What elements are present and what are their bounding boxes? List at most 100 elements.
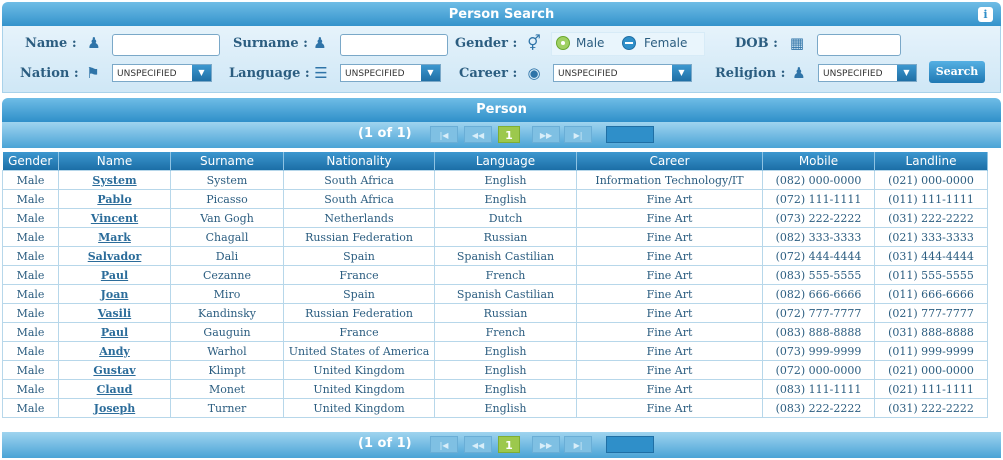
cell-gender: Male [2, 189, 59, 209]
current-page-button[interactable]: 1 [498, 126, 520, 143]
cell-name[interactable]: Joan [58, 284, 171, 304]
cell-gender: Male [2, 246, 59, 266]
cell-mobile: (083) 888-8888 [762, 322, 875, 342]
cell-name[interactable]: Andy [58, 341, 171, 361]
chevron-down-icon[interactable]: ▼ [192, 65, 211, 81]
cell-surname: Kandinsky [170, 303, 284, 323]
female-radio-label[interactable]: Female [644, 36, 687, 50]
cell-name[interactable]: Pablo [58, 189, 171, 209]
calendar-icon[interactable]: ▦ [788, 34, 806, 52]
career-select[interactable]: UNSPECIFIED ▼ [553, 64, 692, 82]
religion-select[interactable]: UNSPECIFIED ▼ [818, 64, 917, 82]
search-button[interactable]: Search [929, 61, 985, 83]
current-page-button[interactable]: 1 [498, 436, 520, 453]
chevron-down-icon[interactable]: ▼ [672, 65, 691, 81]
table-row: Male Salvador Dali Spain Spanish Castilian Fi… [2, 246, 988, 266]
table-row: Male Vasili Kandinsky Russian Federation Rus… [2, 303, 988, 323]
info-icon[interactable]: i [978, 7, 993, 22]
rows-per-page-select[interactable] [606, 126, 654, 143]
first-page-icon[interactable]: |◀ [430, 436, 458, 453]
cell-name[interactable]: Joseph [58, 398, 171, 418]
table-row: Male Gustav Klimpt United Kingdom English Fin… [2, 360, 988, 380]
cell-landline: (021) 000-0000 [874, 360, 988, 380]
surname-input[interactable] [340, 34, 448, 56]
chevron-down-icon[interactable]: ▼ [897, 65, 916, 81]
cell-gender: Male [2, 398, 59, 418]
cell-name[interactable]: System [58, 170, 171, 190]
first-page-icon[interactable]: |◀ [430, 126, 458, 143]
cell-name[interactable]: Vasili [58, 303, 171, 323]
cell-language: English [434, 170, 577, 190]
cell-language: English [434, 398, 577, 418]
cell-nationality: Spain [283, 246, 435, 266]
cell-surname: Cezanne [170, 265, 284, 285]
column-header-surname[interactable]: Surname [170, 152, 284, 171]
cell-gender: Male [2, 303, 59, 323]
cell-nationality: South Africa [283, 170, 435, 190]
language-select-value: UNSPECIFIED [345, 69, 405, 79]
cell-name[interactable]: Mark [58, 227, 171, 247]
last-page-icon[interactable]: ▶| [564, 436, 592, 453]
cell-language: Spanish Castilian [434, 246, 577, 266]
cell-nationality: France [283, 265, 435, 285]
column-header-career[interactable]: Career [576, 152, 763, 171]
column-header-landline[interactable]: Landline [874, 152, 988, 171]
cell-nationality: Spain [283, 284, 435, 304]
cell-name[interactable]: Paul [58, 265, 171, 285]
page-info: (1 of 1) [358, 436, 412, 451]
column-header-mobile[interactable]: Mobile [762, 152, 875, 171]
female-radio[interactable] [622, 36, 636, 50]
cell-mobile: (073) 222-2222 [762, 208, 875, 228]
column-header-gender[interactable]: Gender [2, 152, 59, 171]
cell-nationality: United Kingdom [283, 379, 435, 399]
dob-input[interactable] [817, 34, 901, 56]
cell-name[interactable]: Claud [58, 379, 171, 399]
male-radio-label[interactable]: Male [576, 36, 604, 50]
nation-label: Nation : [20, 66, 79, 81]
cell-language: English [434, 189, 577, 209]
cell-career: Fine Art [576, 341, 763, 361]
cell-language: Russian [434, 227, 577, 247]
person-icon: ♟ [87, 34, 101, 52]
nation-select[interactable]: UNSPECIFIED ▼ [112, 64, 212, 82]
religion-label: Religion : [715, 66, 786, 81]
cell-language: French [434, 322, 577, 342]
cell-mobile: (082) 666-6666 [762, 284, 875, 304]
last-page-icon[interactable]: ▶| [564, 126, 592, 143]
rows-per-page-select[interactable] [606, 436, 654, 453]
column-header-language[interactable]: Language [434, 152, 577, 171]
cell-career: Fine Art [576, 227, 763, 247]
name-input[interactable] [112, 34, 220, 56]
cell-name[interactable]: Paul [58, 322, 171, 342]
cell-name[interactable]: Vincent [58, 208, 171, 228]
language-select[interactable]: UNSPECIFIED ▼ [340, 64, 441, 82]
table-row: Male Joseph Turner United Kingdom English Fin… [2, 398, 988, 418]
cell-career: Fine Art [576, 303, 763, 323]
cell-gender: Male [2, 227, 59, 247]
person-search-title: Person Search [448, 7, 555, 22]
cell-landline: (031) 222-2222 [874, 208, 988, 228]
prev-page-icon[interactable]: ◀◀ [464, 126, 492, 143]
career-select-value: UNSPECIFIED [558, 69, 618, 79]
next-page-icon[interactable]: ▶▶ [532, 436, 560, 453]
next-page-icon[interactable]: ▶▶ [532, 126, 560, 143]
table-body: Male System System South Africa English Infor… [2, 170, 988, 418]
column-header-nationality[interactable]: Nationality [283, 152, 435, 171]
chevron-down-icon[interactable]: ▼ [421, 65, 440, 81]
cell-career: Fine Art [576, 379, 763, 399]
male-radio[interactable] [556, 36, 570, 50]
cell-surname: Chagall [170, 227, 284, 247]
prev-page-icon[interactable]: ◀◀ [464, 436, 492, 453]
cell-mobile: (082) 000-0000 [762, 170, 875, 190]
cell-gender: Male [2, 360, 59, 380]
cell-language: English [434, 341, 577, 361]
column-header-name[interactable]: Name [58, 152, 171, 171]
cell-landline: (011) 999-9999 [874, 341, 988, 361]
cell-career: Fine Art [576, 360, 763, 380]
cell-career: Fine Art [576, 322, 763, 342]
cell-name[interactable]: Gustav [58, 360, 171, 380]
cell-language: French [434, 265, 577, 285]
cell-surname: Van Gogh [170, 208, 284, 228]
cell-name[interactable]: Salvador [58, 246, 171, 266]
cell-landline: (021) 333-3333 [874, 227, 988, 247]
